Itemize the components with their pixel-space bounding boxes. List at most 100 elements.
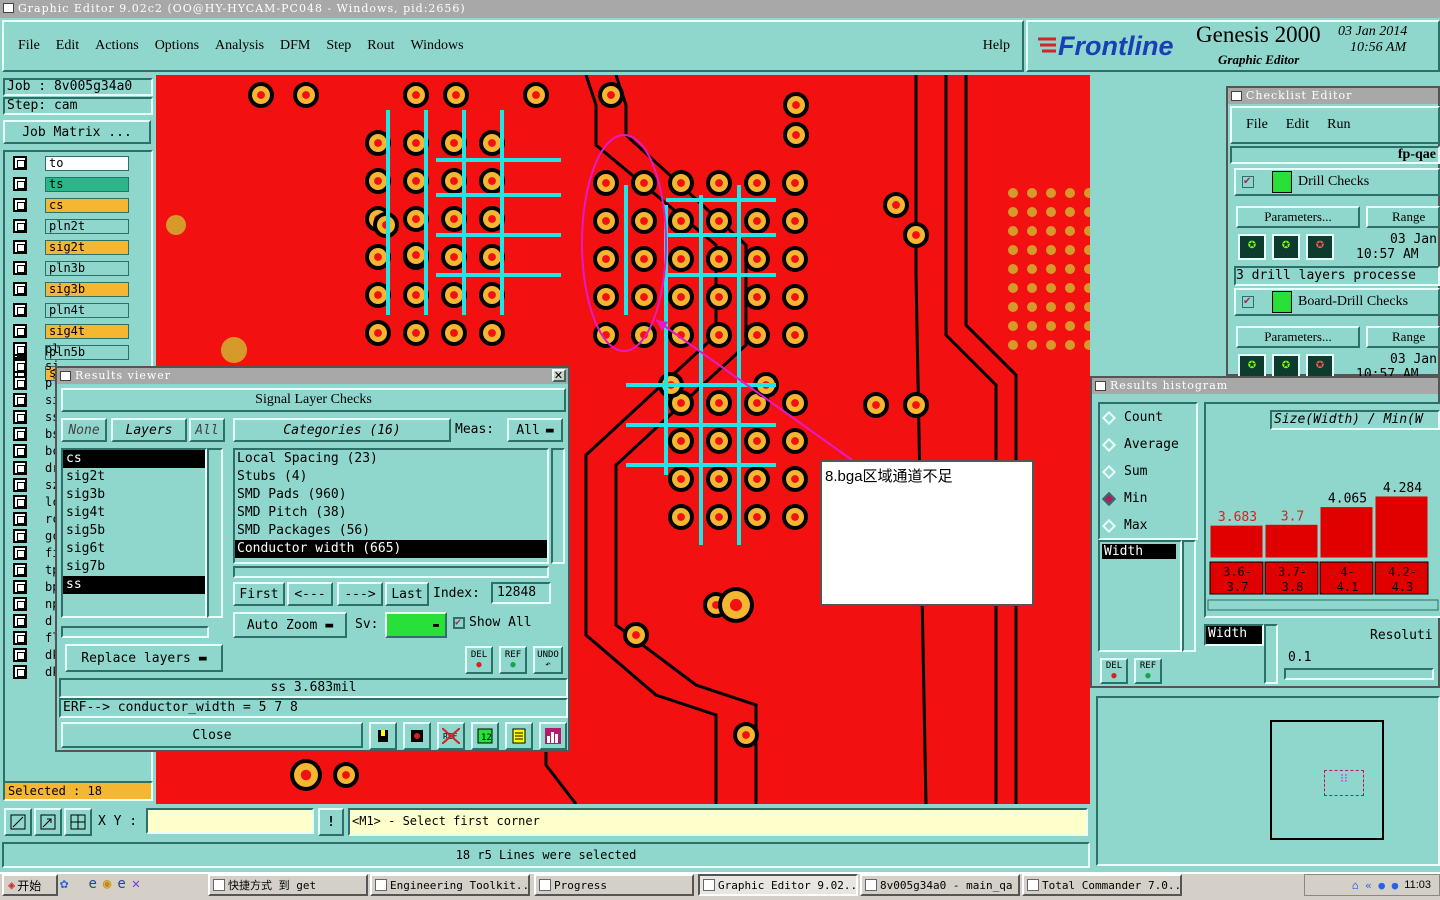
taskbar-button[interactable]: Engineering Toolkit... [370, 874, 530, 896]
results-layer-item[interactable]: ss [63, 576, 205, 594]
zoom-area-icon[interactable] [34, 808, 62, 836]
categories-header[interactable]: Categories (16) [233, 418, 451, 442]
results-layer-item[interactable]: sig5b [63, 522, 205, 540]
layer-list-scrollbar[interactable] [207, 448, 223, 618]
category-scrollbar[interactable] [551, 448, 565, 564]
layer-row[interactable]: bp [13, 579, 59, 595]
menu-options[interactable]: Options [155, 38, 199, 55]
layer-name[interactable]: sig2t [45, 239, 129, 255]
layer-checkbox[interactable] [13, 177, 27, 191]
numbering-icon[interactable]: 12 [471, 722, 499, 750]
layer-checkbox[interactable] [13, 303, 27, 317]
hist-delete-button[interactable]: DEL ● [1100, 658, 1128, 684]
menu-file[interactable]: File [18, 38, 40, 55]
layer-row[interactable]: d [13, 613, 52, 629]
job-matrix-button[interactable]: Job Matrix ... [3, 120, 151, 144]
layer-checkbox[interactable] [13, 495, 27, 509]
histogram-side-scrollbar[interactable] [1264, 624, 1278, 684]
layer-checkbox[interactable] [13, 648, 27, 662]
radio-icon[interactable] [1101, 491, 1117, 506]
layer-row[interactable]: bc [13, 443, 59, 459]
layer-checkbox[interactable] [13, 198, 27, 212]
layer-row[interactable]: ts [13, 175, 129, 193]
layer-row[interactable]: np [13, 596, 59, 612]
highlight-icon[interactable] [369, 722, 397, 750]
category-item[interactable]: SMD Pitch (38) [235, 504, 547, 522]
hist-ref-button[interactable]: REF ● [1134, 658, 1162, 684]
layer-checkbox[interactable] [13, 261, 27, 275]
layer-row[interactable]: dr [13, 460, 59, 476]
layer-checkbox[interactable] [13, 444, 27, 458]
results-layer-item[interactable]: cs [63, 450, 205, 468]
zoom-fit-icon[interactable] [4, 808, 32, 836]
check-item[interactable]: ✔ Drill Checks [1234, 168, 1440, 196]
layer-checkbox[interactable] [13, 342, 27, 356]
check-item[interactable]: ✔ Board-Drill Checks [1234, 288, 1440, 316]
layer-checkbox[interactable] [13, 219, 27, 233]
checklist-menu-run[interactable]: Run [1327, 117, 1350, 133]
layer-row[interactable]: pln2t [13, 217, 129, 235]
layer-name[interactable]: d [45, 614, 52, 628]
layer-checkbox[interactable] [13, 427, 27, 441]
layer-row[interactable]: lc [13, 494, 59, 510]
menu-actions[interactable]: Actions [95, 38, 139, 55]
menu-step[interactable]: Step [326, 38, 351, 55]
layer-checkbox[interactable] [13, 529, 27, 543]
layer-row[interactable]: si [13, 358, 59, 374]
layer-row[interactable]: bs [13, 426, 59, 442]
layer-name[interactable]: pl [45, 342, 59, 356]
meas-dropdown[interactable]: All ▬ [507, 418, 563, 442]
delete-button[interactable]: DEL ● [465, 646, 493, 674]
layer-row[interactable]: rc [13, 511, 59, 527]
undo-button[interactable]: UNDO ↶ [533, 646, 563, 674]
ie-icon[interactable]: e [88, 876, 96, 892]
stop-icon[interactable]: ✪ [1306, 234, 1334, 260]
category-item[interactable]: Conductor width (665) [235, 540, 547, 558]
layer-checkbox[interactable] [13, 614, 27, 628]
menu-dfm[interactable]: DFM [280, 38, 310, 55]
close-button[interactable]: Close [61, 722, 363, 748]
layer-row[interactable]: tp [13, 562, 59, 578]
resolution-slider[interactable] [1284, 668, 1434, 680]
layer-name[interactable]: ts [45, 176, 129, 192]
menu-rout[interactable]: Rout [367, 38, 394, 55]
layer-row[interactable]: pl [13, 375, 59, 391]
layer-checkbox[interactable] [13, 512, 27, 526]
layer-row[interactable]: pln4t [13, 301, 129, 319]
checklist-menu-file[interactable]: File [1246, 117, 1268, 133]
layer-checkbox[interactable] [13, 546, 27, 560]
radio-icon[interactable] [1101, 518, 1117, 533]
index-input[interactable]: 12848 [491, 582, 551, 604]
layer-list-hscroll[interactable] [61, 626, 209, 638]
category-item[interactable]: Stubs (4) [235, 468, 547, 486]
layer-row[interactable]: gc [13, 528, 59, 544]
taskbar-button[interactable]: Progress [534, 874, 694, 896]
layer-row[interactable]: cs [13, 196, 129, 214]
histogram-option[interactable]: Count [1100, 404, 1196, 431]
layer-name[interactable]: cs [45, 197, 129, 213]
quicklaunch-icon-5[interactable]: ✕ [132, 876, 140, 892]
layer-checkbox[interactable] [13, 282, 27, 296]
layer-row[interactable]: sig4t [13, 322, 129, 340]
layer-checkbox[interactable] [13, 393, 27, 407]
layer-name[interactable]: pln2t [45, 218, 129, 234]
auto-zoom-dropdown[interactable]: Auto Zoom ▬ [233, 612, 347, 638]
first-button[interactable]: First [233, 582, 285, 606]
ref-button[interactable]: REF ● [499, 646, 527, 674]
run-icon[interactable]: ✪ [1238, 234, 1266, 260]
histogram-icon[interactable] [539, 722, 567, 750]
prev-button[interactable]: <--- [287, 582, 333, 606]
layer-row[interactable]: ss [13, 409, 59, 425]
taskbar-button[interactable]: Graphic Editor 9.02... [698, 874, 858, 896]
parameters-button[interactable]: Parameters... [1236, 206, 1360, 228]
quicklaunch-icon-4[interactable]: e [117, 876, 125, 892]
layer-row[interactable]: pl [13, 341, 59, 357]
parameters-button[interactable]: Parameters... [1236, 326, 1360, 348]
layer-checkbox[interactable] [13, 461, 27, 475]
checklist-menu-edit[interactable]: Edit [1286, 117, 1309, 133]
last-button[interactable]: Last [385, 582, 429, 606]
layer-row[interactable]: dk [13, 664, 59, 680]
histogram-list-scrollbar[interactable] [1182, 540, 1196, 652]
mark-icon[interactable] [403, 722, 431, 750]
layer-checkbox[interactable] [13, 597, 27, 611]
